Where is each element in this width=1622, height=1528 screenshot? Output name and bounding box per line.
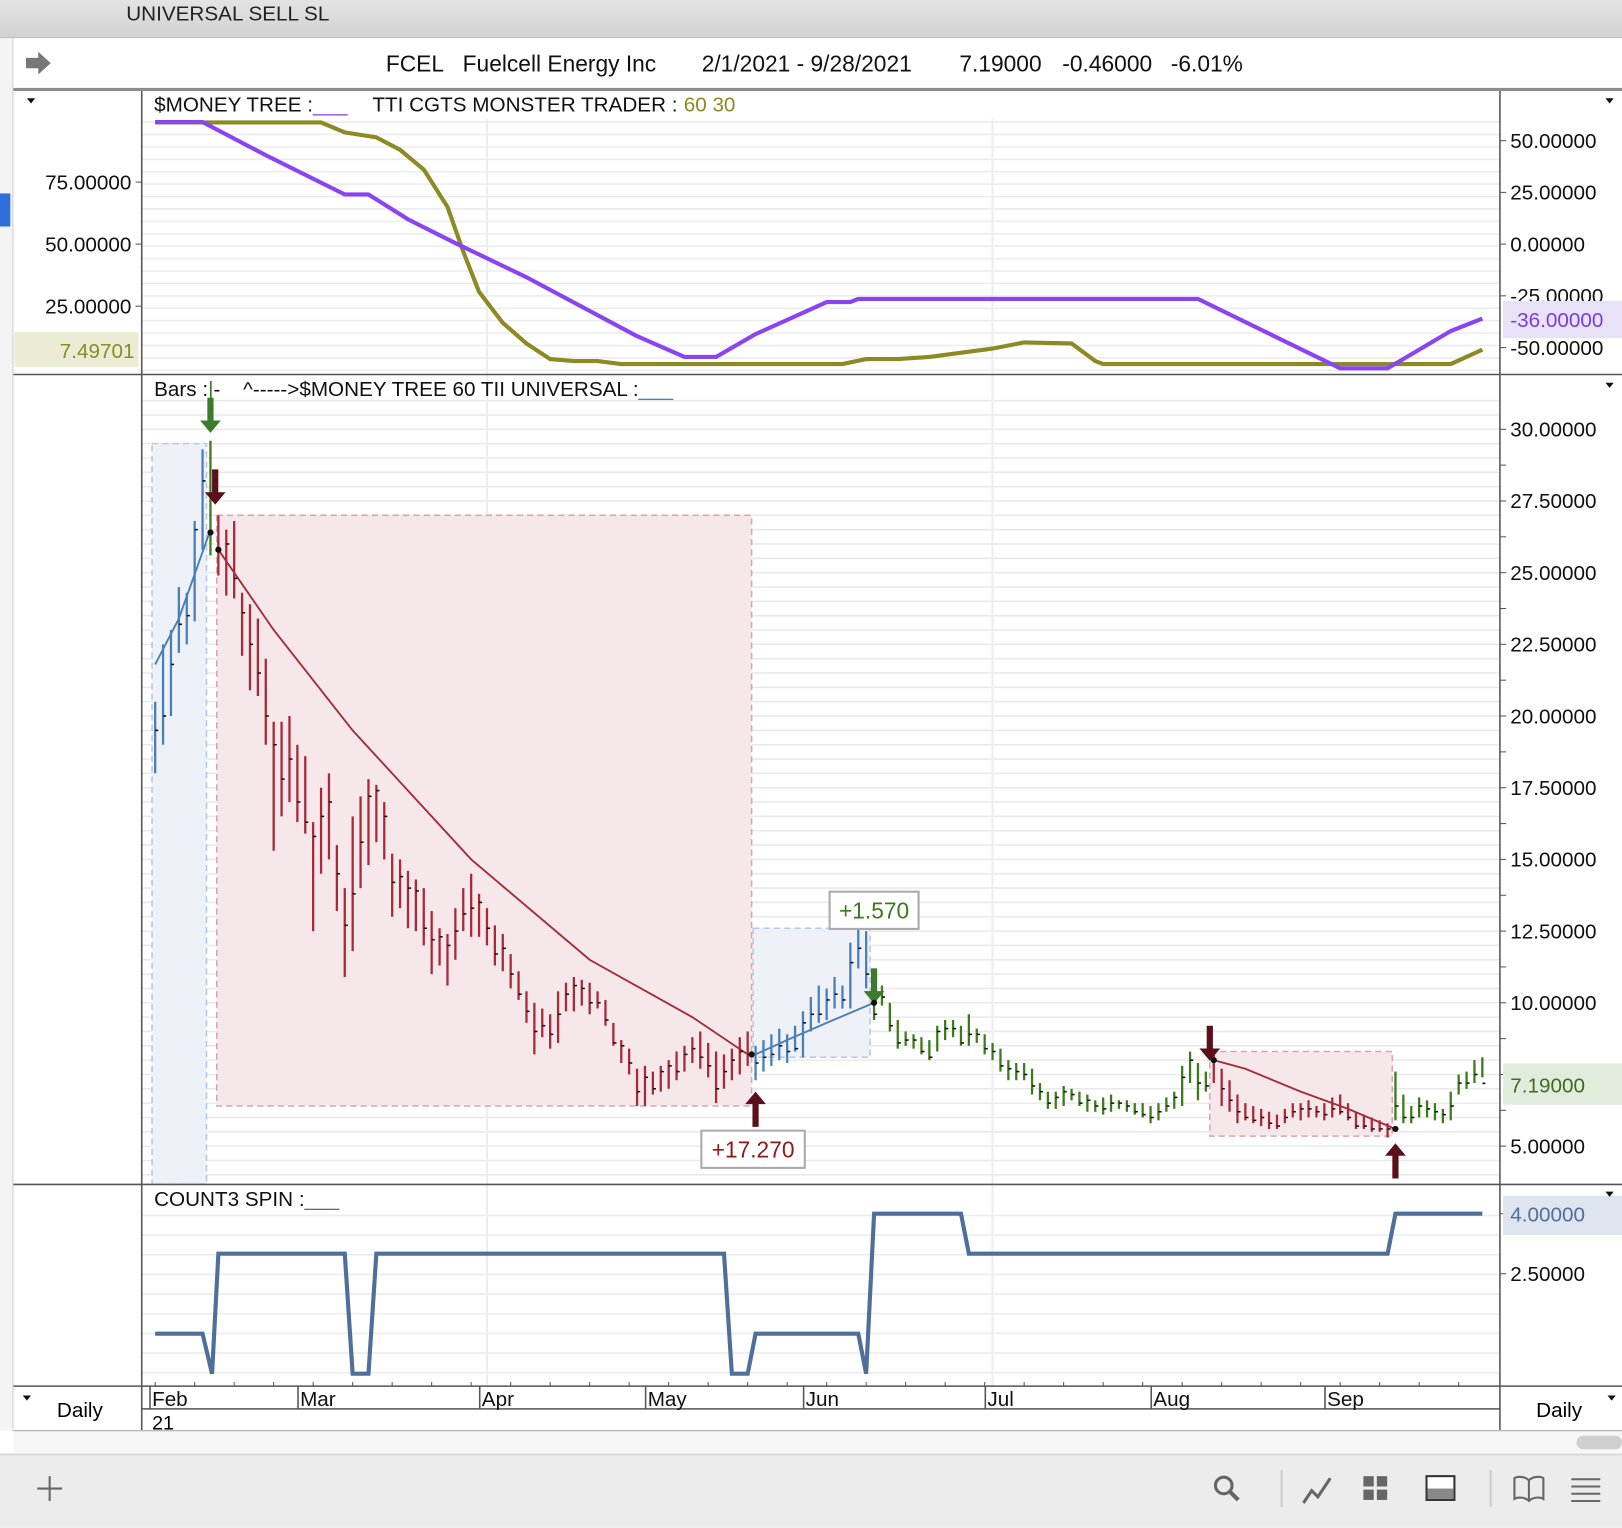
price-axis-tick: 30.00000 (1510, 419, 1596, 442)
price-axis-tick: 5.00000 (1510, 1135, 1585, 1158)
signal-point (870, 999, 878, 1006)
left-axis-tick: 75.00000 (45, 171, 131, 194)
count-current-value: 4.00000 (1510, 1204, 1585, 1227)
month-label: Sep (1327, 1388, 1364, 1411)
right-axis-tick: -50.00000 (1510, 337, 1603, 360)
search-icon[interactable] (1212, 1474, 1241, 1503)
price-axis-tick: 20.00000 (1510, 705, 1596, 728)
right-current-value: -36.00000 (1510, 309, 1603, 332)
count-axis-tick: 2.50000 (1510, 1263, 1585, 1286)
bottom-toolbar (0, 1453, 1622, 1528)
chart-canvas[interactable]: 75.00000 50.00000 25.00000 50.00000 25.00000… (0, 0, 1622, 1453)
month-label: Mar (300, 1388, 336, 1411)
profit-label-1: +17.270 (700, 1129, 806, 1169)
price-axis-tick: 17.50000 (1510, 777, 1596, 800)
price-axis-tick: 27.50000 (1510, 490, 1596, 513)
left-axis-tick: 50.00000 (45, 233, 131, 256)
month-label: Jun (806, 1388, 839, 1411)
grid-layout-icon[interactable] (1361, 1474, 1390, 1503)
right-axis-tick: 25.00000 (1510, 182, 1596, 205)
left-current-value: 7.49701 (60, 340, 135, 363)
left-period-selector[interactable]: Daily (57, 1399, 104, 1422)
price-axis-tick: 10.00000 (1510, 992, 1596, 1015)
month-label: Jul (987, 1388, 1013, 1411)
profit-label-2: +1.570 (828, 890, 920, 930)
right-period-selector[interactable]: Daily (1536, 1399, 1583, 1422)
signal-point (1392, 1125, 1399, 1133)
price-axis-tick: 22.50000 (1510, 634, 1596, 657)
right-axis-tick: 0.00000 (1510, 233, 1585, 256)
toolbar-divider (1280, 1469, 1283, 1508)
line-chart-icon[interactable] (1301, 1474, 1334, 1505)
svg-text:+17.270: +17.270 (712, 1137, 795, 1163)
panel-layout-icon[interactable] (1425, 1474, 1456, 1503)
menu-icon[interactable] (1570, 1474, 1601, 1503)
signal-point (207, 529, 214, 536)
svg-text:+1.570: +1.570 (839, 898, 909, 924)
signal-point (1210, 1057, 1217, 1064)
month-label: Feb (152, 1388, 188, 1411)
legend-bars: Bars :|- ^----->$MONEY TREE 60 TII UNIVER… (154, 378, 674, 401)
horizontal-scrollbar[interactable] (13, 1431, 1622, 1453)
price-axis-tick: 15.00000 (1510, 849, 1596, 872)
scrollbar-thumb[interactable] (1576, 1435, 1622, 1450)
book-icon[interactable] (1512, 1474, 1545, 1503)
signal-point (748, 1051, 755, 1058)
month-label: Apr (482, 1388, 514, 1411)
legend-count3: COUNT3 SPIN :___ (154, 1188, 339, 1211)
month-label: May (648, 1388, 688, 1411)
trade-box-blue (151, 442, 208, 1186)
price-axis-tick: 12.50000 (1510, 920, 1596, 943)
month-label: Aug (1153, 1388, 1190, 1411)
legend-money-tree: $MONEY TREE :___ TTI CGTS MONSTER TRADER … (154, 94, 735, 117)
chart-window: UNIVERSAL SELL SL FCEL Fuelcell Energy In… (0, 0, 1622, 1528)
signal-point (215, 546, 222, 553)
left-axis-tick: 25.00000 (45, 295, 131, 318)
add-icon[interactable] (35, 1474, 64, 1503)
price-axis-tick: 25.00000 (1510, 562, 1596, 585)
toolbar-divider (1489, 1469, 1492, 1508)
right-axis-tick: 50.00000 (1510, 130, 1596, 153)
price-current-value: 7.19000 (1510, 1074, 1585, 1097)
